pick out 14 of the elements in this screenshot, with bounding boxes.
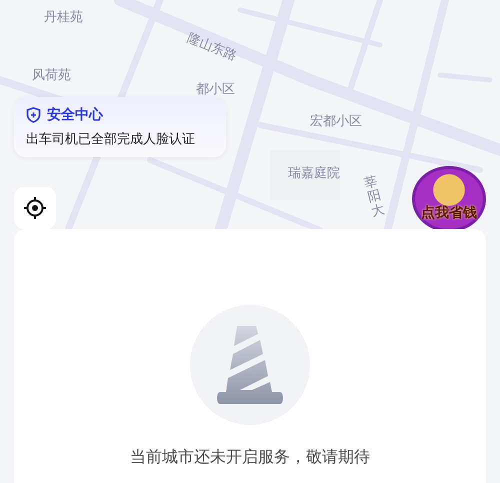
road-label: 隆山东路 (184, 30, 240, 66)
shield-icon (26, 107, 41, 123)
place-label: 瑞嘉庭院 (288, 165, 340, 182)
road-label: 莘阳大 (363, 175, 386, 220)
place-label: 都小区 (196, 81, 235, 98)
card-title: 安全中心 (47, 106, 103, 124)
service-notice: 当前城市还未开启服务，敬请期待 (130, 447, 370, 468)
place-label: 丹桂苑 (44, 9, 83, 26)
card-message: 出车司机已全部完成人脸认证 (26, 131, 196, 148)
locate-button[interactable] (14, 187, 56, 229)
safety-card[interactable]: 安全中心 出车司机已全部完成人脸认证 (14, 97, 226, 157)
place-label: 宏都小区 (310, 113, 362, 130)
place-label: 风荷苑 (32, 67, 71, 84)
locate-icon (23, 196, 47, 220)
